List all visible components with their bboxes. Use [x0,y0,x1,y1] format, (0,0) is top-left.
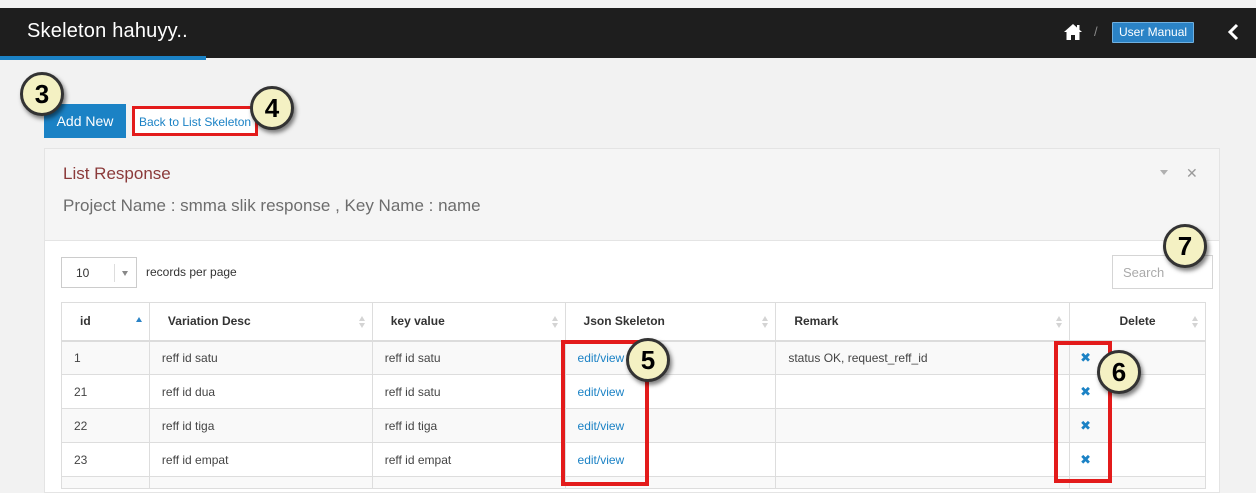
cell-id: 21 [61,374,150,409]
cell-empty [148,476,373,489]
cell-variation-desc: reff id satu [148,340,373,375]
cell-empty [775,476,1071,489]
panel-subtitle: Project Name : smma slik response , Key … [63,196,481,215]
column-label: Variation Desc [167,314,251,329]
records-per-page-value: 10 [76,266,90,280]
cell-key-value: reff id satu [371,340,566,375]
cell-remark [775,374,1071,409]
select-divider [114,264,115,282]
back-to-list-link[interactable]: Back to List Skeleton [132,106,259,136]
cell-id: 23 [61,442,150,477]
sort-icon [1056,316,1063,328]
cell-remark [775,408,1071,443]
column-header-key-value[interactable]: key value [371,302,566,342]
breadcrumb-separator: / [1094,24,1098,39]
annotation-badge-5: 5 [626,338,670,382]
sort-icon [762,316,769,328]
table-header-row: id Variation Desc key value Json Skeleto… [61,302,1206,342]
column-label: Remark [794,314,839,329]
user-manual-button[interactable]: User Manual [1112,22,1195,43]
navbar-accent-bar [0,56,206,60]
annotation-badge-7: 7 [1163,224,1207,268]
cell-empty [61,476,150,489]
close-panel-icon[interactable]: ✕ [1186,165,1198,182]
collapse-panel-icon[interactable] [1159,167,1169,177]
cell-key-value: reff id empat [371,442,566,477]
records-per-page-select[interactable]: 10 [61,257,137,288]
cell-key-value: reff id tiga [371,408,566,443]
column-header-remark[interactable]: Remark [775,302,1071,342]
records-per-page-label: records per page [146,265,237,279]
sort-icon [358,316,365,328]
cell-remark: status OK, request_reff_id [775,340,1071,375]
annotation-badge-4: 4 [250,86,294,130]
column-label: key value [390,314,445,329]
sort-icon [551,316,558,328]
panel-header: List Response Project Name : smma slik r… [45,149,1219,241]
column-label: Delete [1119,314,1156,329]
column-header-json-skeleton[interactable]: Json Skeleton [564,302,777,342]
column-header-id[interactable]: id [61,302,150,342]
caret-down-icon [122,271,128,276]
cell-remark [775,442,1071,477]
cell-id: 22 [61,408,150,443]
chevron-left-icon[interactable] [1226,22,1242,42]
sort-icon [1192,316,1198,328]
sort-asc-icon [135,317,142,322]
cell-variation-desc: reff id tiga [148,408,373,443]
column-label: Json Skeleton [583,314,665,329]
cell-variation-desc: reff id empat [148,442,373,477]
cell-variation-desc: reff id dua [148,374,373,409]
column-header-delete[interactable]: Delete [1069,302,1206,342]
home-icon[interactable] [1063,22,1083,42]
cell-key-value: reff id satu [371,374,566,409]
cell-empty [371,476,566,489]
annotation-badge-6: 6 [1097,350,1141,394]
cell-id: 1 [61,340,150,375]
column-header-variation-desc[interactable]: Variation Desc [148,302,373,342]
column-label: id [80,314,91,329]
app-title[interactable]: Skeleton hahuyy.. [27,20,188,43]
annotation-badge-3: 3 [20,72,64,116]
panel-title: List Response [63,164,171,183]
